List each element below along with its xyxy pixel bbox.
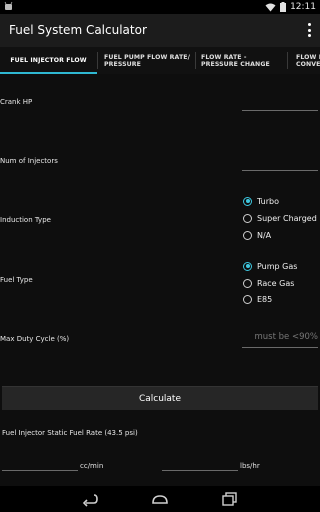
tab-fuel-pump-flow-rate[interactable]: FUEL PUMP FLOW RATE/ PRESSURE — [104, 47, 194, 74]
duty-cycle-underline — [242, 347, 318, 348]
induction-type-label: Induction Type — [0, 216, 51, 224]
tab-fuel-injector-flow[interactable]: FUEL INJECTOR FLOW — [0, 47, 97, 74]
result-heading: Fuel Injector Static Fuel Rate (43.5 psi… — [2, 429, 138, 437]
radio-na[interactable]: N/A — [243, 228, 271, 242]
lbs-result-underline — [162, 470, 238, 471]
num-injectors-input[interactable] — [242, 152, 318, 170]
radio-turbo[interactable]: Turbo — [243, 194, 279, 208]
num-injectors-label: Num of Injectors — [0, 157, 58, 165]
navigation-bar — [0, 486, 320, 512]
radio-label: E85 — [257, 294, 273, 304]
crank-hp-underline — [242, 110, 318, 111]
recent-apps-icon[interactable] — [220, 491, 240, 507]
radio-race-gas[interactable]: Race Gas — [243, 276, 294, 290]
tab-divider — [195, 52, 196, 69]
radio-e85[interactable]: E85 — [243, 292, 272, 306]
tab-bar: FUEL INJECTOR FLOW FUEL PUMP FLOW RATE/ … — [0, 47, 320, 74]
tab-label: FUEL INJECTOR FLOW — [10, 57, 87, 64]
crank-hp-label: Crank HP — [0, 98, 33, 106]
calculator-form: Crank HP Num of Injectors Induction Type… — [0, 74, 320, 486]
status-bar: 12:11 — [0, 0, 320, 14]
num-injectors-underline — [242, 170, 318, 171]
radio-label: Super Charged — [257, 213, 317, 223]
battery-icon — [280, 2, 287, 12]
fuel-type-label: Fuel Type — [0, 276, 33, 284]
radio-circle — [243, 261, 252, 271]
cc-unit-label: cc/min — [80, 462, 104, 470]
tab-divider — [287, 52, 288, 69]
radio-label: Turbo — [257, 196, 280, 206]
action-bar: Fuel System Calculator — [0, 14, 320, 47]
tab-flow-rate-pressure-change[interactable]: FLOW RATE - PRESSURE CHANGE — [201, 47, 285, 74]
radio-label: Race Gas — [257, 278, 295, 288]
overflow-menu-icon[interactable] — [306, 23, 312, 37]
cc-result-field — [2, 454, 78, 470]
android-notification-icon — [4, 1, 13, 10]
home-icon[interactable] — [150, 491, 170, 507]
radio-pump-gas[interactable]: Pump Gas — [243, 259, 297, 273]
tab-label: FLOW RATE - PRESSURE CHANGE — [201, 53, 270, 68]
status-clock: 12:11 — [290, 2, 316, 12]
lbs-unit-label: lbs/hr — [240, 462, 260, 470]
tab-divider — [97, 52, 98, 69]
back-icon[interactable] — [80, 491, 100, 507]
crank-hp-input[interactable] — [242, 92, 318, 110]
duty-cycle-label: Max Duty Cycle (%) — [0, 335, 70, 343]
tab-flow-rate-conversion[interactable]: FLOW R... CONVE... — [296, 47, 320, 74]
radio-circle — [243, 213, 252, 223]
duty-cycle-input[interactable]: must be <90% — [242, 332, 318, 342]
app-title: Fuel System Calculator — [9, 23, 147, 37]
radio-circle — [243, 230, 252, 240]
radio-circle — [243, 294, 252, 304]
tab-label: FLOW R... CONVE... — [296, 53, 320, 68]
radio-circle — [243, 278, 252, 288]
radio-circle — [243, 196, 252, 206]
wifi-icon — [265, 3, 276, 11]
calculate-button[interactable]: Calculate — [2, 386, 318, 410]
cc-result-underline — [2, 470, 78, 471]
radio-label: Pump Gas — [257, 261, 298, 271]
tab-label: FUEL PUMP FLOW RATE/ PRESSURE — [104, 53, 190, 68]
radio-super-charged[interactable]: Super Charged — [243, 211, 317, 225]
radio-label: N/A — [257, 230, 272, 240]
lbs-result-field — [162, 454, 238, 470]
